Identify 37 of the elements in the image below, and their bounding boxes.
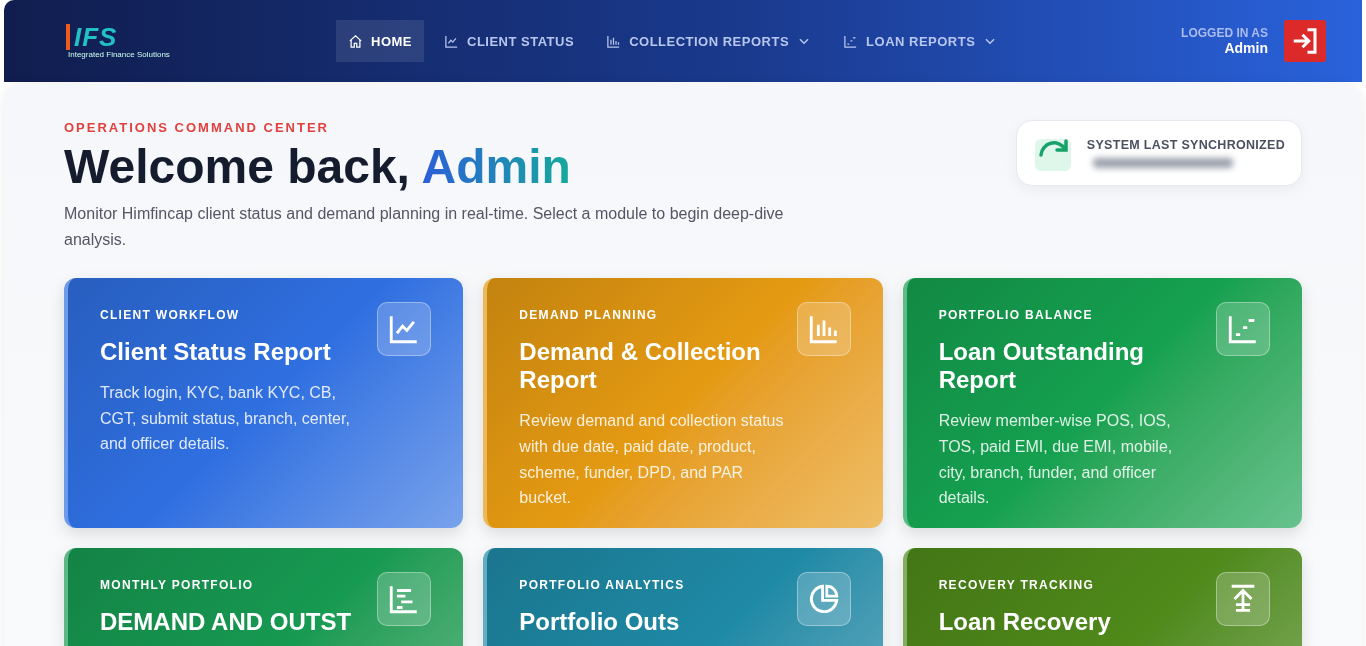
logged-in-label: LOGGED IN AS	[1181, 26, 1268, 40]
home-icon	[348, 33, 363, 49]
card-kicker: RECOVERY TRACKING	[938, 578, 1096, 593]
card-kicker: PORTFOLIO BALANCE	[938, 308, 1094, 323]
card-description: Review demand and collection status with due date, paid date, product, scheme, funder, DPD, and PAR bucket.	[519, 411, 785, 509]
scatter-chart-icon	[843, 33, 859, 49]
card-kicker: DEMAND PLANNING	[519, 308, 659, 323]
report-card[interactable]: MONTHLY PORTFOLIO DEMAND AND OUTST	[64, 548, 464, 646]
company-logo[interactable]: IFS Integrated Finance Solutions	[66, 23, 336, 59]
sync-label: SYSTEM LAST SYNCHRONIZED	[1086, 138, 1285, 152]
card-description: Track login, KYC, bank KYC, CB, CGT, submit status, branch, center, and officer details.	[100, 383, 351, 455]
user-name: Admin	[1224, 40, 1268, 56]
card-title: DEMAND AND OUTST	[100, 608, 352, 637]
report-card[interactable]: PORTFOLIO ANALYTICS Portfolio Outs	[483, 548, 883, 646]
card-title: Demand & Collection Report	[519, 338, 762, 395]
report-card[interactable]: CLIENT WORKFLOW Client Status Report Track login, KYC, bank KYC, CB, CGT, submit status, branch, center, and officer details.	[64, 278, 464, 529]
nav-tab[interactable]: LOAN REPORTS	[831, 20, 1010, 62]
report-card[interactable]: PORTFOLIO BALANCE Loan Outstanding Report Review member-wise POS, IOS, TOS, paid EMI, due EMI, mobile, city, branch, funder, and officer details.	[902, 278, 1302, 529]
card-title: Loan Recovery	[938, 608, 1111, 637]
line-chart-icon	[444, 33, 459, 49]
logout-button[interactable]	[1284, 20, 1326, 62]
card-description: Review member-wise POS, IOS, TOS, paid EMI, due EMI, mobile, city, branch, funder, and officer details.	[938, 411, 1174, 509]
card-kicker: CLIENT WORKFLOW	[100, 308, 241, 323]
card-kicker: MONTHLY PORTFOLIO	[100, 578, 255, 593]
card-kicker: PORTFOLIO ANALYTICS	[519, 578, 685, 593]
report-card[interactable]: DEMAND PLANNING Demand & Collection Report Review demand and collection status with due date, paid date, product, scheme, funder, DPD, and PAR bucket.	[483, 278, 883, 529]
card-title: Loan Outstanding Report	[938, 338, 1145, 395]
bar-chart-icon	[606, 33, 622, 49]
report-card[interactable]: RECOVERY TRACKING Loan Recovery	[902, 548, 1302, 646]
hero-description: Monitor Himfincap client status and demand planning in real-time. Select a module to begin deep-dive analysis.	[64, 204, 785, 250]
nav-tab[interactable]: HOME	[336, 20, 424, 62]
nav-tab[interactable]: COLLECTION REPORTS	[594, 20, 824, 62]
section-eyebrow: OPERATIONS COMMAND CENTER	[64, 120, 330, 135]
welcome-heading: Welcome back, Admin	[64, 143, 572, 191]
card-title: Client Status Report	[100, 338, 331, 367]
card-title: Portfolio Outs	[519, 608, 681, 637]
nav-tab[interactable]: CLIENT STATUS	[432, 20, 587, 62]
